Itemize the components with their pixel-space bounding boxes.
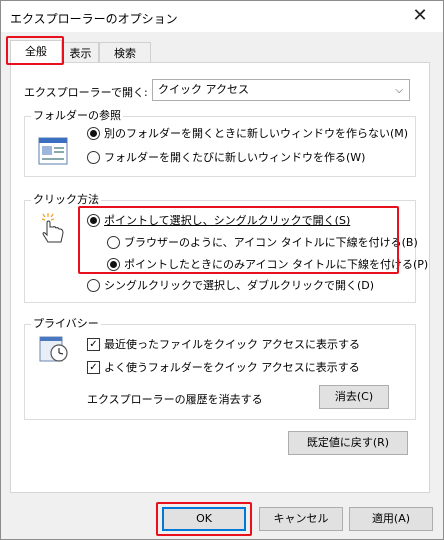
radio-indicator — [87, 126, 100, 140]
radio-label: 別のフォルダーを開くときに新しいウィンドウを作らない(M) — [104, 127, 409, 140]
apply-button[interactable]: 適用(A) — [349, 507, 433, 531]
checkbox-recent-files[interactable]: ✓ 最近使ったファイルをクイック アクセスに表示する — [87, 336, 360, 352]
tab-view[interactable]: 表示 — [62, 42, 99, 64]
open-in-dropdown[interactable]: クイック アクセス ⌵ — [152, 79, 410, 101]
tab-panel-general: エクスプローラーで開く: クイック アクセス ⌵ フォルダーの参照 別のフォルダ… — [10, 62, 430, 493]
close-icon: ✕ — [412, 5, 428, 26]
radio-indicator — [87, 150, 100, 164]
privacy-clock-icon — [39, 336, 68, 362]
button-label: 適用(A) — [371, 512, 411, 525]
radio-indicator — [87, 278, 100, 292]
radio-label: シングルクリックで選択し、ダブルクリックで開く(D) — [104, 279, 375, 292]
checkbox-indicator: ✓ — [87, 337, 100, 351]
open-in-label: エクスプローラーで開く: — [24, 86, 148, 99]
window-folder-icon — [38, 137, 68, 165]
highlight-ok-button — [156, 502, 252, 536]
window-title: エクスプローラーのオプション — [10, 12, 178, 26]
radio-double-click-open[interactable]: シングルクリックで選択し、ダブルクリックで開く(D) — [87, 277, 374, 293]
radio-same-window[interactable]: 別のフォルダーを開くときに新しいウィンドウを作らない(M) — [87, 125, 408, 141]
cancel-button[interactable]: キャンセル — [259, 507, 343, 531]
privacy-title: プライバシー — [31, 315, 101, 331]
close-button[interactable]: ✕ — [397, 1, 443, 32]
checkbox-indicator: ✓ — [87, 360, 100, 374]
highlight-general-tab — [6, 36, 64, 65]
restore-defaults-button[interactable]: 既定値に戻す(R) — [288, 431, 408, 455]
tab-label: 検索 — [114, 47, 136, 60]
radio-new-window[interactable]: フォルダーを開くたびに新しいウィンドウを作る(W) — [87, 149, 365, 165]
folder-options-dialog: エクスプローラーのオプション ✕ 全般 表示 検索 エクスプローラーで開く: ク… — [0, 0, 444, 540]
tab-search[interactable]: 検索 — [99, 42, 151, 64]
chevron-down-icon: ⌵ — [395, 85, 403, 96]
clear-history-label: エクスプローラーの履歴を消去する — [87, 393, 263, 406]
title-bar: エクスプローラーのオプション ✕ — [1, 1, 443, 32]
radio-label: フォルダーを開くたびに新しいウィンドウを作る(W) — [104, 151, 366, 164]
checkbox-frequent-folders[interactable]: ✓ よく使うフォルダーをクイック アクセスに表示する — [87, 359, 360, 375]
button-label: 既定値に戻す(R) — [306, 436, 390, 449]
open-in-value: クイック アクセス — [158, 83, 249, 96]
tab-label: 表示 — [69, 47, 92, 60]
checkbox-label: よく使うフォルダーをクイック アクセスに表示する — [104, 361, 360, 374]
clear-history-button[interactable]: 消去(C) — [319, 385, 389, 409]
click-items-title: クリック方法 — [31, 191, 101, 207]
checkbox-label: 最近使ったファイルをクイック アクセスに表示する — [104, 338, 360, 351]
button-label: 消去(C) — [334, 390, 374, 403]
button-label: キャンセル — [273, 512, 329, 525]
hand-pointer-icon — [41, 213, 64, 243]
browse-folders-title: フォルダーの参照 — [31, 107, 123, 123]
highlight-click-options — [78, 206, 399, 274]
